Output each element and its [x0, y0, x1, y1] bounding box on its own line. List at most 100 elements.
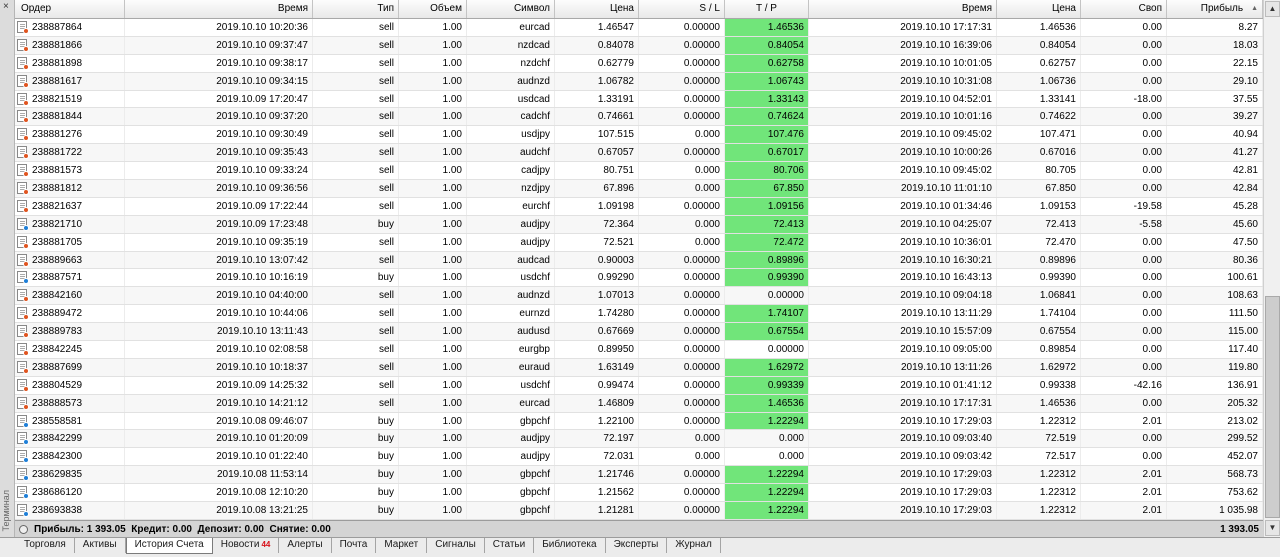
table-row[interactable]: 238629835 2019.10.08 11:53:14 buy 1.00 gbpch… — [15, 466, 1263, 485]
table-row[interactable]: 238686120 2019.10.08 12:10:20 buy 1.00 gbpch… — [15, 484, 1263, 503]
cell-swap: 0.00 — [1081, 108, 1167, 126]
table-row[interactable]: 238881617 2019.10.10 09:34:15 sell 1.00 audn… — [15, 72, 1263, 91]
table-row[interactable]: 238881866 2019.10.10 09:37:47 sell 1.00 nzdc… — [15, 36, 1263, 55]
tab-label: Библиотека — [542, 539, 597, 550]
table-row[interactable]: 238887571 2019.10.10 10:16:19 buy 1.00 usdch… — [15, 269, 1263, 288]
tab-1[interactable]: Торговля — [16, 538, 75, 553]
buy-order-icon — [17, 217, 29, 231]
cell-open-price: 72.521 — [555, 233, 639, 251]
tab-7[interactable]: Маркет — [376, 538, 428, 553]
cell-swap: 0.00 — [1081, 448, 1167, 466]
table-row[interactable]: 238881844 2019.10.10 09:37:20 sell 1.00 cadc… — [15, 108, 1263, 127]
cell-type: sell — [313, 72, 399, 90]
table-row[interactable]: 238887699 2019.10.10 10:18:37 sell 1.00 eura… — [15, 358, 1263, 377]
cell-type: buy — [313, 448, 399, 466]
table-row[interactable]: 238558581 2019.10.08 09:46:07 buy 1.00 gbpch… — [15, 412, 1263, 431]
tab-8[interactable]: Сигналы — [427, 538, 485, 553]
table-row[interactable]: 238889783 2019.10.10 13:11:43 sell 1.00 audu… — [15, 323, 1263, 342]
tab-11[interactable]: Эксперты — [606, 538, 668, 553]
table-row[interactable]: 238881705 2019.10.10 09:35:19 sell 1.00 audj… — [15, 233, 1263, 252]
table-row[interactable]: 238887864 2019.10.10 10:20:36 sell 1.00 eurc… — [15, 19, 1263, 37]
table-row[interactable]: 238889472 2019.10.10 10:44:06 sell 1.00 eurn… — [15, 305, 1263, 324]
table-row[interactable]: 238821710 2019.10.09 17:23:48 buy 1.00 audjp… — [15, 215, 1263, 234]
col-header-sl[interactable]: S / L — [639, 0, 725, 18]
cell-tp: 0.00000 — [725, 341, 809, 358]
cell-volume: 1.00 — [399, 215, 467, 233]
table-row[interactable]: 238881573 2019.10.10 09:33:24 sell 1.00 cadj… — [15, 162, 1263, 181]
table-row[interactable]: 238842160 2019.10.10 04:40:00 sell 1.00 audn… — [15, 287, 1263, 306]
table-row[interactable]: 238804529 2019.10.09 14:25:32 sell 1.00 usdc… — [15, 376, 1263, 395]
col-header-open-price[interactable]: Цена — [555, 0, 639, 18]
col-header-close-price[interactable]: Цена — [997, 0, 1081, 18]
cell-profit: 8.27 — [1167, 19, 1263, 36]
table-row[interactable]: 238821637 2019.10.09 17:22:44 sell 1.00 eurc… — [15, 197, 1263, 216]
table-row[interactable]: 238889663 2019.10.10 13:07:42 sell 1.00 audc… — [15, 251, 1263, 270]
table-row[interactable]: 238693838 2019.10.08 13:21:25 buy 1.00 gbpch… — [15, 502, 1263, 520]
cell-profit: 45.60 — [1167, 215, 1263, 233]
table-row[interactable]: 238881722 2019.10.10 09:35:43 sell 1.00 audc… — [15, 144, 1263, 163]
cell-volume: 1.00 — [399, 233, 467, 251]
table-header: Ордер Время Тип Объем Символ Цена S / L … — [15, 0, 1263, 19]
col-header-swap[interactable]: Своп — [1081, 0, 1167, 18]
table-row[interactable]: 238842299 2019.10.10 01:20:09 buy 1.00 audjp… — [15, 430, 1263, 449]
tab-12[interactable]: Журнал — [667, 538, 721, 553]
cell-open-price: 67.896 — [555, 180, 639, 197]
cell-profit: 1 035.98 — [1167, 502, 1263, 519]
sell-order-icon — [17, 92, 29, 106]
cell-close-price: 72.517 — [997, 448, 1081, 466]
table-row[interactable]: 238821519 2019.10.09 17:20:47 sell 1.00 usdc… — [15, 90, 1263, 109]
scroll-down-icon[interactable]: ▼ — [1265, 520, 1280, 536]
tab-5[interactable]: Алерты — [279, 538, 332, 553]
tab-4[interactable]: Новости 44 — [213, 538, 280, 553]
cell-tp: 1.22294 — [725, 502, 809, 519]
cell-sl: 0.00000 — [639, 376, 725, 394]
cell-profit: 117.40 — [1167, 341, 1263, 358]
cell-swap: -18.00 — [1081, 90, 1167, 108]
cell-order: 238881844 — [15, 108, 125, 126]
cell-swap: 2.01 — [1081, 502, 1167, 519]
tab-6[interactable]: Почта — [332, 538, 377, 553]
col-header-symbol[interactable]: Символ — [467, 0, 555, 18]
scroll-thumb[interactable] — [1265, 296, 1280, 518]
table-row[interactable]: 238881276 2019.10.10 09:30:49 sell 1.00 usdj… — [15, 126, 1263, 145]
col-header-type[interactable]: Тип — [313, 0, 399, 18]
cell-open-time: 2019.10.10 14:21:12 — [125, 394, 313, 412]
col-header-profit[interactable]: Прибыль ▲ — [1167, 0, 1263, 18]
table-row[interactable]: 238881812 2019.10.10 09:36:56 sell 1.00 nzdj… — [15, 180, 1263, 198]
scroll-up-icon[interactable]: ▲ — [1265, 1, 1280, 17]
cell-type: sell — [313, 19, 399, 36]
col-header-open-time[interactable]: Время — [125, 0, 313, 18]
cell-symbol: nzdcad — [467, 36, 555, 54]
cell-open-time: 2019.10.10 01:20:09 — [125, 430, 313, 448]
table-row[interactable]: 238888573 2019.10.10 14:21:12 sell 1.00 eurc… — [15, 394, 1263, 413]
cell-order: 238821710 — [15, 215, 125, 233]
cell-sl: 0.000 — [639, 126, 725, 144]
cell-symbol: audjpy — [467, 448, 555, 466]
cell-type: sell — [313, 251, 399, 269]
table-row[interactable]: 238881898 2019.10.10 09:38:17 sell 1.00 nzdc… — [15, 54, 1263, 73]
cell-open-time: 2019.10.10 13:11:43 — [125, 323, 313, 341]
tab-10[interactable]: Библиотека — [534, 538, 606, 553]
cell-sl: 0.000 — [639, 180, 725, 197]
table-row[interactable]: 238842245 2019.10.10 02:08:58 sell 1.00 eurg… — [15, 341, 1263, 359]
cell-type: sell — [313, 36, 399, 54]
table-row[interactable]: 238842300 2019.10.10 01:22:40 buy 1.00 audjp… — [15, 448, 1263, 467]
close-icon[interactable]: × — [3, 2, 9, 12]
col-header-tp[interactable]: T / P — [725, 0, 809, 18]
cell-type: sell — [313, 305, 399, 323]
col-header-volume[interactable]: Объем — [399, 0, 467, 18]
cell-tp: 0.67017 — [725, 144, 809, 162]
collapse-icon[interactable] — [19, 525, 28, 535]
cell-close-price: 80.705 — [997, 162, 1081, 180]
cell-open-price: 0.62779 — [555, 54, 639, 72]
order-number: 238881705 — [32, 236, 83, 248]
buy-order-icon — [17, 414, 29, 428]
cell-volume: 1.00 — [399, 412, 467, 430]
cell-profit: 42.84 — [1167, 180, 1263, 197]
vertical-scrollbar[interactable]: ▲ ▼ — [1263, 0, 1280, 537]
col-header-order[interactable]: Ордер — [15, 0, 125, 18]
tab-9[interactable]: Статьи — [485, 538, 535, 553]
col-header-close-time[interactable]: Время — [809, 0, 997, 18]
tab-2[interactable]: Активы — [75, 538, 126, 553]
tab-3[interactable]: История Счета — [125, 538, 213, 554]
